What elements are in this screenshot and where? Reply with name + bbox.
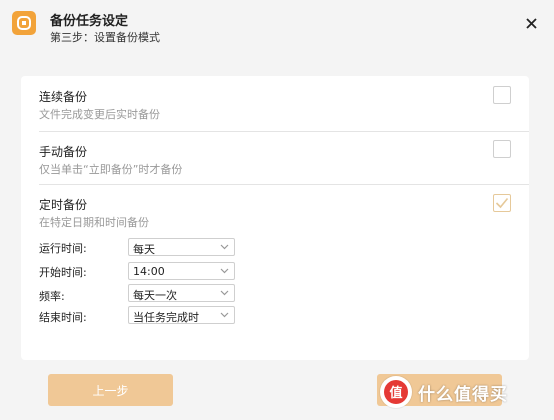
select-value: 当任务完成时: [133, 311, 199, 324]
option-title: 定时备份: [39, 198, 88, 212]
window-title: 备份任务设定: [50, 14, 129, 29]
scheduled-backup-checkbox[interactable]: [493, 194, 511, 212]
run-time-select[interactable]: 每天: [128, 238, 235, 256]
option-desc: 文件完成变更后实时备份: [39, 108, 160, 121]
option-desc: 在特定日期和时间备份: [39, 216, 149, 229]
option-desc: 仅当单击“立即备份”时才备份: [39, 163, 183, 176]
chevron-down-icon: [220, 268, 229, 274]
start-time-select[interactable]: 14:00: [128, 262, 235, 280]
watermark-logo-icon: 值: [380, 376, 412, 408]
checkmark-icon: [495, 197, 509, 209]
select-value: 14:00: [133, 265, 165, 278]
option-title: 手动备份: [39, 145, 88, 159]
end-time-select[interactable]: 当任务完成时: [128, 306, 235, 324]
close-icon[interactable]: [522, 14, 540, 32]
divider: [39, 184, 529, 185]
continuous-backup-checkbox[interactable]: [493, 86, 511, 104]
option-title: 连续备份: [39, 90, 88, 104]
run-time-label: 运行时间:: [39, 242, 87, 255]
backup-mode-panel: 连续备份 文件完成变更后实时备份 手动备份 仅当单击“立即备份”时才备份 定时备…: [21, 76, 529, 360]
select-value: 每天一次: [133, 289, 177, 302]
select-value: 每天: [133, 243, 155, 256]
start-time-label: 开始时间:: [39, 266, 87, 279]
chevron-down-icon: [220, 244, 229, 250]
frequency-select[interactable]: 每天一次: [128, 284, 235, 302]
window-subtitle: 第三步：设置备份模式: [50, 31, 160, 44]
manual-backup-checkbox[interactable]: [493, 140, 511, 158]
watermark: 值 什么值得买: [380, 372, 550, 412]
app-logo-icon: [12, 11, 36, 35]
watermark-text: 什么值得买: [418, 384, 508, 405]
prev-step-button[interactable]: 上一步: [48, 374, 173, 406]
chevron-down-icon: [220, 312, 229, 318]
chevron-down-icon: [220, 290, 229, 296]
frequency-label: 频率:: [39, 290, 65, 303]
end-time-label: 结束时间:: [39, 311, 87, 324]
watermark-badge-text: 值: [389, 385, 402, 401]
title-bar: 备份任务设定 第三步：设置备份模式: [0, 0, 554, 52]
divider: [39, 131, 529, 132]
